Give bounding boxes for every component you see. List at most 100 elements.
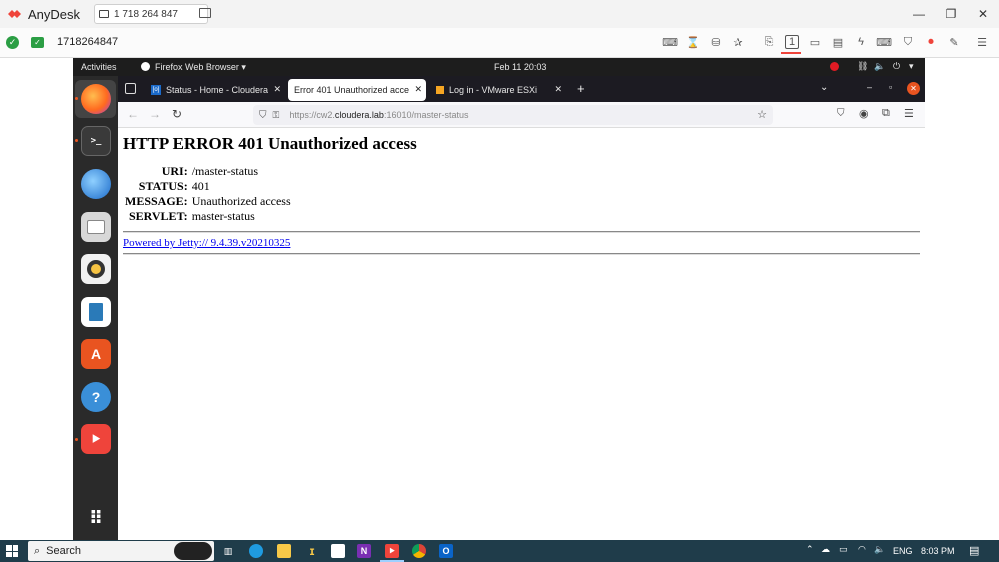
bookmark-star-icon[interactable]: ☆	[757, 108, 767, 121]
file-explorer-icon[interactable]	[277, 544, 291, 558]
whiteboard-icon[interactable]: ✎	[947, 35, 961, 49]
divider-bottom	[123, 253, 920, 255]
search-icon: ⌕	[34, 544, 41, 557]
network-icon[interactable]: ⛓	[857, 61, 868, 72]
taskbar-search[interactable]: ⌕ Search	[28, 541, 214, 561]
list-tabs-icon[interactable]: ⌄	[820, 82, 828, 93]
close-tab-icon[interactable]: ✕	[273, 84, 281, 95]
extensions-icon[interactable]: ⧉	[882, 107, 890, 120]
notifications-icon[interactable]: ▤	[969, 544, 979, 557]
record-icon[interactable]: ⏺	[924, 35, 938, 49]
anydesk-address-field[interactable]: 1 718 264 847	[94, 4, 209, 24]
account-icon[interactable]: ◉	[859, 107, 869, 120]
tab-error-401[interactable]: Error 401 Unauthorized acce ✕	[288, 79, 426, 101]
message-icon[interactable]: ▤	[831, 35, 845, 49]
files-dock-icon[interactable]	[81, 212, 111, 242]
chrome-icon[interactable]	[412, 544, 426, 558]
tab-overview-icon[interactable]	[125, 83, 136, 94]
app-menu-icon[interactable]: ☰	[904, 107, 914, 120]
power-icon[interactable]: ⏻	[893, 61, 900, 72]
task-view-icon[interactable]: ▥	[221, 544, 235, 558]
close-tab-icon[interactable]: ✕	[414, 84, 422, 95]
anydesk-taskbar-icon[interactable]: ⯈	[385, 544, 399, 558]
tab-vmware-esxi[interactable]: Log in - VMware ESXi ✕	[430, 79, 566, 101]
permissions-icon[interactable]: ⛉	[901, 35, 915, 49]
window-close-icon[interactable]: ✕	[907, 82, 920, 95]
url-host: cloudera.lab	[334, 110, 384, 120]
reload-icon[interactable]: ↻	[172, 107, 182, 121]
display-icon[interactable]: 1	[785, 35, 799, 49]
row-value: Unauthorized access	[191, 194, 291, 208]
database-icon[interactable]: ⛁	[709, 35, 723, 49]
error-heading: HTTP ERROR 401 Unauthorized access	[123, 134, 417, 153]
taskbar-clock[interactable]: 8:03 PM	[921, 546, 955, 556]
firefox-small-icon	[141, 62, 150, 71]
lock-icon[interactable]: ⚿	[273, 110, 280, 121]
app-menu[interactable]: Firefox Web Browser ▾	[155, 62, 246, 73]
outlook-icon[interactable]: O	[439, 544, 453, 558]
row-key: SERVLET:	[128, 209, 188, 223]
url-suffix: :16010/master-status	[383, 110, 469, 120]
anydesk-dock-icon[interactable]: ⯈	[81, 424, 111, 454]
file-transfer-icon[interactable]: ⎘	[762, 35, 776, 49]
minimize-button[interactable]: —	[903, 0, 935, 28]
actions-icon[interactable]: ϟ	[854, 35, 868, 49]
menu-icon[interactable]: ☰	[975, 35, 989, 49]
jetty-link[interactable]: Powered by Jetty:// 9.4.39.v20210325	[123, 237, 290, 249]
ubuntu-top-bar: Activities Firefox Web Browser ▾ Feb 11 …	[73, 58, 925, 76]
speaker-icon[interactable]: 🔈	[874, 544, 885, 555]
help-dock-icon[interactable]: ?	[81, 382, 111, 412]
session-monitor-icon: ✓	[31, 37, 44, 48]
back-icon[interactable]: ←	[127, 107, 139, 121]
search-label: Search	[46, 545, 82, 557]
onedrive-icon[interactable]: ☁	[821, 544, 830, 555]
error-details-table: URI:/master-status STATUS: 401 MESSAGE: Un…	[123, 164, 293, 224]
show-hidden-icons-icon[interactable]: ⌃	[806, 544, 814, 555]
star-icon[interactable]: ✰	[731, 35, 745, 49]
system-menu-icon[interactable]: ▾	[909, 61, 914, 72]
close-button[interactable]: ✕	[967, 0, 999, 28]
edge-icon[interactable]	[249, 544, 263, 558]
clock[interactable]: Feb 11 20:03	[494, 62, 546, 72]
ubuntu-dock: >_ A ? ⯈ ⠿	[73, 76, 118, 540]
firefox-tab-bar: [o] Status - Home - Cloudera ✕ Error 401…	[118, 76, 925, 102]
window-minimize-icon[interactable]: –	[867, 82, 872, 92]
firefox-dock-icon[interactable]	[81, 84, 111, 114]
remote-right-margin	[925, 58, 999, 540]
thunderbird-dock-icon[interactable]	[81, 169, 111, 199]
url-bar[interactable]: ⛉ ⚿ https://cw2.cloudera.lab:16010/maste…	[253, 105, 773, 125]
restore-button[interactable]: ❐	[935, 0, 967, 28]
chat-icon[interactable]: ⌨	[662, 35, 678, 49]
window-restore-icon[interactable]: ▫	[889, 82, 892, 92]
language-indicator[interactable]: ENG	[893, 546, 913, 556]
tracking-protection-icon[interactable]: ⛉	[259, 110, 267, 121]
wifi-icon[interactable]: ◠	[858, 544, 866, 555]
terminal-dock-icon[interactable]: >_	[81, 126, 111, 156]
new-session-icon[interactable]	[199, 8, 211, 18]
row-value: /master-status	[191, 164, 259, 178]
close-tab-icon[interactable]: ✕	[554, 84, 562, 95]
forward-icon[interactable]: →	[149, 107, 161, 121]
new-tab-button[interactable]: +	[577, 81, 585, 96]
rhythmbox-dock-icon[interactable]	[81, 254, 111, 284]
copilot-icon[interactable]	[174, 542, 212, 560]
activities-button[interactable]: Activities	[81, 62, 117, 72]
onenote-icon[interactable]: N	[357, 544, 371, 558]
monitor-settings-icon[interactable]: ▭	[808, 35, 822, 49]
row-value: master-status	[191, 209, 255, 223]
pin-app-icon[interactable]: ɪ	[305, 544, 319, 558]
software-center-dock-icon[interactable]: A	[81, 339, 111, 369]
table-row: MESSAGE: Unauthorized access	[123, 194, 293, 209]
show-applications-icon[interactable]: ⠿	[81, 503, 111, 533]
libreoffice-writer-dock-icon[interactable]	[81, 297, 111, 327]
battery-icon[interactable]: ▭	[839, 544, 848, 555]
divider-top	[123, 231, 920, 233]
windows-start-icon[interactable]	[6, 545, 18, 557]
keyboard-icon[interactable]: ⌨	[876, 35, 892, 49]
tab-cloudera-status[interactable]: [o] Status - Home - Cloudera ✕	[145, 79, 285, 101]
pocket-icon[interactable]: ⛉	[837, 108, 845, 119]
hourglass-icon[interactable]: ⌛	[686, 35, 700, 49]
volume-icon[interactable]: 🔈	[874, 61, 885, 72]
tab-label: Status - Home - Cloudera	[166, 85, 269, 95]
store-icon[interactable]	[331, 544, 345, 558]
